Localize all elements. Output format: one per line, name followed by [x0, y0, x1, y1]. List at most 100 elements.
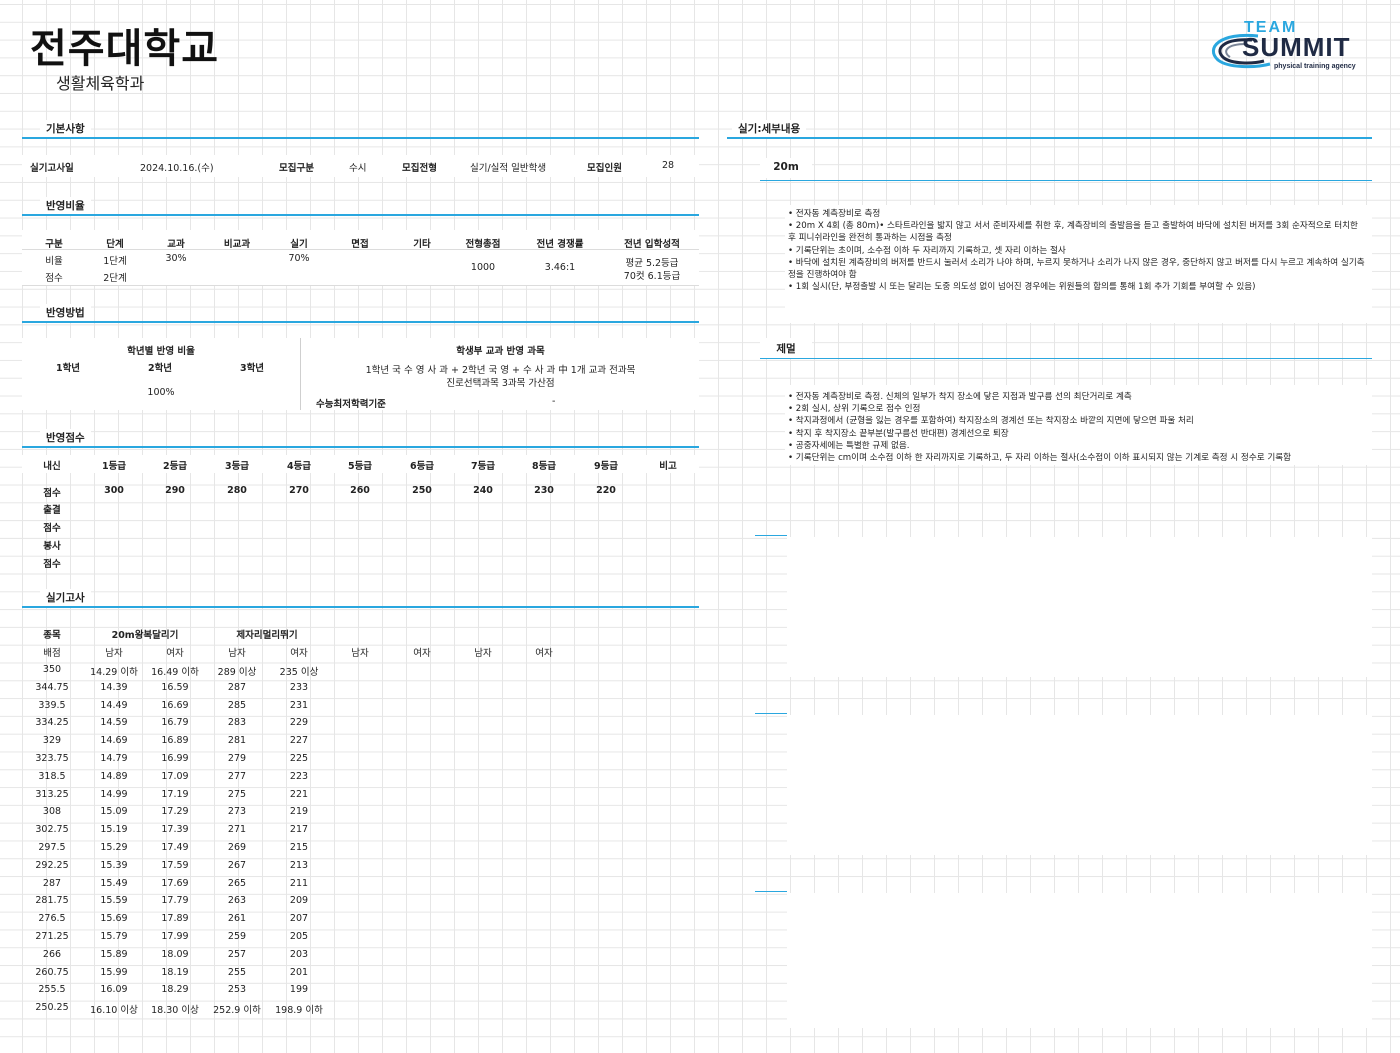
event-20m-notes: • 전자동 계측장비로 측정 • 20m X 4회 (총 80m)• 스타트라인… [788, 208, 1368, 293]
ratio-header: 전년 경쟁률 [536, 239, 584, 250]
record-cell: 253 [227, 984, 247, 996]
method-divider [300, 338, 301, 410]
section-method-divider [22, 321, 699, 323]
method-table: 학년별 반영 비율 1학년 2학년 3학년 100% 학생부 교과 반영 과목 … [22, 338, 699, 410]
ratio-row1-label: 비율 [45, 256, 63, 267]
section-detail-title: 실기:세부내용 [732, 120, 807, 138]
score-cell: 334.25 [35, 717, 69, 729]
exam-date-label: 실기고사일 [30, 163, 74, 174]
event-jump-label: 제멀 [776, 343, 796, 355]
record-cell: 235 이상 [279, 667, 319, 678]
record-cell: 14.99 [100, 788, 128, 800]
section-practical-divider [22, 606, 699, 608]
score-cell: 350 [42, 664, 62, 675]
record-cell: 199 [289, 984, 309, 996]
record-cell: 16.99 [161, 753, 189, 764]
ratio-total: 1000 [470, 262, 496, 273]
note-item: • 2회 실시, 상위 기록으로 점수 인정 [788, 404, 921, 415]
record-cell: 14.29 이하 [90, 667, 138, 678]
score-cell: 260.75 [35, 966, 69, 978]
recruit-count-label: 모집인원 [587, 163, 622, 174]
record-cell: 15.19 [100, 824, 128, 836]
record-cell: 17.89 [161, 913, 189, 925]
event-jump-box: 제멀 [760, 338, 812, 358]
gender-label: 남자 [474, 648, 492, 659]
record-cell: 269 [227, 842, 247, 853]
record-cell: 213 [289, 859, 309, 871]
section-basic-title: 기본사항 [40, 120, 91, 138]
table-row: 339.5 14.49 16.69 285 231 [22, 698, 332, 715]
table-row: 260.75 15.99 18.19 255 201 [22, 965, 332, 982]
record-cell: 225 [289, 753, 309, 764]
volunteer-score-label: 점수 [43, 559, 61, 570]
page-title: 전주대학교 [30, 26, 219, 72]
table-row: 344.75 14.39 16.59 287 233 [22, 680, 332, 697]
record-cell: 17.79 [161, 895, 189, 907]
record-cell: 211 [289, 877, 309, 889]
record-cell: 209 [289, 895, 309, 907]
section-method-title: 반영방법 [40, 304, 91, 322]
record-cell: 14.79 [100, 753, 128, 764]
record-cell: 267 [227, 859, 247, 871]
note-item: • 착지 후 착지장소 끝부분(발구름선 반대편) 경계선으로 퇴장 [788, 428, 1009, 439]
ratio-header: 실기 [290, 239, 308, 250]
score-cell: 344.75 [35, 681, 69, 693]
event-20m-box: 20m [760, 158, 812, 178]
score-header: 6등급 [409, 461, 435, 472]
score-cell: 292.25 [35, 859, 69, 871]
score-header: 4등급 [286, 461, 312, 472]
table-row: 334.25 14.59 16.79 283 229 [22, 715, 332, 732]
note-item: • 착지과정에서 (균형을 잃는 경우를 포함하여) 착지장소의 경계선 또는 … [788, 416, 1194, 427]
placeholder-notes-box [787, 537, 1372, 677]
logo-tagline: physical training agency [1274, 63, 1356, 70]
record-cell: 15.79 [100, 931, 128, 942]
record-cell: 15.59 [100, 895, 128, 907]
record-cell: 17.49 [161, 842, 189, 853]
attendance-label: 출결 [43, 505, 61, 516]
score-cell: 281.75 [35, 895, 69, 907]
ratio-header: 구분 [45, 239, 63, 250]
table-row: 297.5 15.29 17.49 269 215 [22, 840, 332, 857]
practical-score-label: 배점 [43, 648, 61, 659]
score-cell: 271.25 [35, 931, 69, 942]
record-cell: 285 [227, 699, 247, 711]
score-cell: 329 [42, 735, 62, 747]
score-header: 비고 [659, 461, 677, 472]
ratio-row2-stage: 2단계 [103, 273, 127, 284]
gender-label: 여자 [535, 648, 553, 659]
record-cell: 217 [289, 824, 309, 836]
gender-label: 여자 [290, 648, 308, 659]
record-cell: 277 [227, 770, 247, 782]
score-cell: 287 [42, 877, 62, 889]
record-cell: 16.09 [100, 984, 128, 996]
record-cell: 14.69 [100, 735, 128, 747]
table-row: 350 14.29 이하 16.49 이하 289 이상 235 이상 [22, 662, 332, 679]
record-cell: 17.19 [161, 788, 189, 800]
score-value: 240 [473, 485, 493, 496]
table-row: 266 15.89 18.09 257 203 [22, 947, 332, 964]
grade-2: 2학년 [147, 363, 173, 374]
recruit-type-label: 모집구분 [279, 163, 314, 174]
record-cell: 15.69 [100, 913, 128, 925]
record-cell: 16.49 이하 [151, 667, 199, 678]
section-ratio-divider [22, 214, 699, 216]
ratio-header: 교과 [167, 239, 185, 250]
record-cell: 14.49 [100, 699, 128, 711]
ratio-header: 단계 [106, 239, 124, 250]
record-cell: 261 [227, 913, 247, 925]
record-cell: 16.10 이상 [90, 1005, 138, 1017]
score-value: 260 [350, 485, 370, 496]
score-row-label: 점수 [43, 488, 61, 499]
record-cell: 16.69 [161, 699, 189, 711]
grade-ratio-value: 100% [147, 387, 175, 398]
subject-line2: 진로선택과목 3과목 가산점 [446, 378, 555, 389]
subject-line1: 1학년 국 수 영 사 과 + 2학년 국 영 + 수 사 과 中 1개 교과 … [365, 365, 636, 376]
record-cell: 271 [227, 824, 247, 836]
score-cell: 308 [42, 806, 62, 818]
record-cell: 17.39 [161, 824, 189, 836]
record-cell: 221 [289, 788, 309, 800]
table-row: 302.75 15.19 17.39 271 217 [22, 822, 332, 839]
score-cell: 250.25 [35, 1002, 69, 1014]
recruit-track-value: 실기/실적 일반학생 [470, 163, 547, 174]
score-header: 9등급 [593, 461, 619, 472]
